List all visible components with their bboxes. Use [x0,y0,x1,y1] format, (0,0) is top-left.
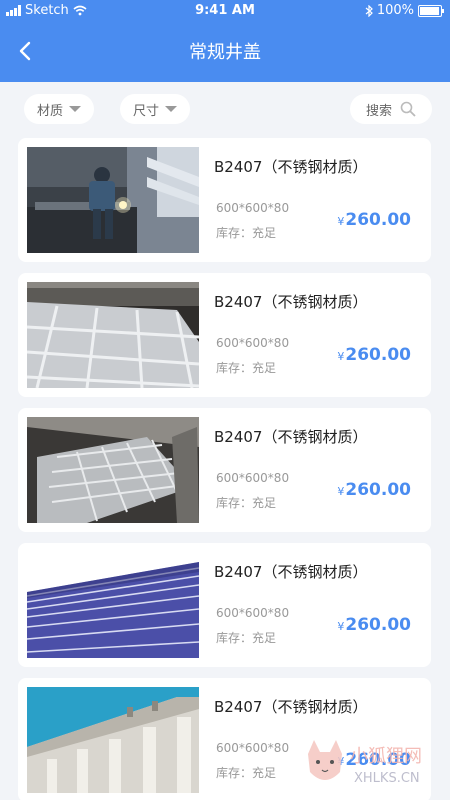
watermark-text-cn: 小狐狸网 [350,746,422,767]
material-filter-label: 材质 [36,103,63,119]
product-image-grid-cover-dark [27,417,199,523]
search-button[interactable]: 搜索 [350,94,432,124]
price-value: 260.00 [345,480,411,500]
product-stock: 库存：充足 [216,766,277,780]
product-title: B2407（不锈钢材质） [214,698,368,716]
product-price: ¥260.00 [337,345,411,365]
price-value: 260.00 [345,615,411,635]
screen: { "status_bar": { "carrier": "Sketch", "… [0,0,450,800]
product-stock: 库存：充足 [216,496,277,510]
product-card[interactable]: B2407（不锈钢材质） 600*600*80 库存：充足 ¥260.00 [18,408,431,532]
fox-logo-icon [308,740,342,780]
product-card[interactable]: B2407（不锈钢材质） 600*600*80 库存：充足 ¥260.00 [18,273,431,397]
size-filter[interactable]: 尺寸 [120,94,190,124]
product-spec: 600*600*80 [216,606,290,620]
product-image-classical-building [27,687,199,793]
product-stock: 库存：充足 [216,631,277,645]
price-value: 260.00 [345,345,411,365]
header: Sketch 9:41 AM 100% 常规井盖 [0,0,450,82]
product-stock: 库存：充足 [216,226,277,240]
search-icon [400,101,416,117]
product-spec: 600*600*80 [216,471,290,485]
currency-symbol: ¥ [337,485,345,498]
caret-down-icon [69,106,81,112]
product-image-welder [27,147,199,253]
product-spec: 600*600*80 [216,336,290,350]
status-bar: Sketch 9:41 AM 100% [0,0,450,22]
product-card[interactable]: B2407（不锈钢材质） 600*600*80 库存：充足 ¥260.00 [18,543,431,667]
product-price: ¥260.00 [337,480,411,500]
caret-down-icon [165,106,177,112]
product-price: ¥260.00 [337,615,411,635]
currency-symbol: ¥ [337,350,345,363]
battery-percent: 100% [376,3,414,18]
size-filter-label: 尺寸 [132,103,159,119]
product-price: ¥260.00 [337,210,411,230]
page-title: 常规井盖 [189,42,261,63]
product-title: B2407（不锈钢材质） [214,158,368,176]
product-image-grid-cover [27,282,199,388]
product-title: B2407（不锈钢材质） [214,563,368,581]
battery-icon [418,4,444,17]
currency-symbol: ¥ [337,215,345,228]
currency-symbol: ¥ [337,620,345,633]
product-card[interactable]: B2407（不锈钢材质） 600*600*80 库存：充足 ¥260.00 [18,138,431,262]
search-label: 搜索 [365,103,392,119]
price-value: 260.00 [345,210,411,230]
filter-bar: 材质 尺寸 搜索 [0,94,450,126]
product-list: B2407（不锈钢材质） 600*600*80 库存：充足 ¥260.00 B2… [18,138,431,800]
product-title: B2407（不锈钢材质） [214,293,368,311]
product-image-blue-facade [27,552,199,658]
product-spec: 600*600*80 [216,741,290,755]
watermark: 小狐狸网 XHLKS.CN [300,732,440,792]
product-spec: 600*600*80 [216,201,290,215]
product-title: B2407（不锈钢材质） [214,428,368,446]
nav-bar: 常规井盖 [0,30,450,70]
watermark-text-en: XHLKS.CN [354,771,420,786]
material-filter[interactable]: 材质 [24,94,94,124]
bluetooth-icon [365,4,373,17]
product-stock: 库存：充足 [216,361,277,375]
